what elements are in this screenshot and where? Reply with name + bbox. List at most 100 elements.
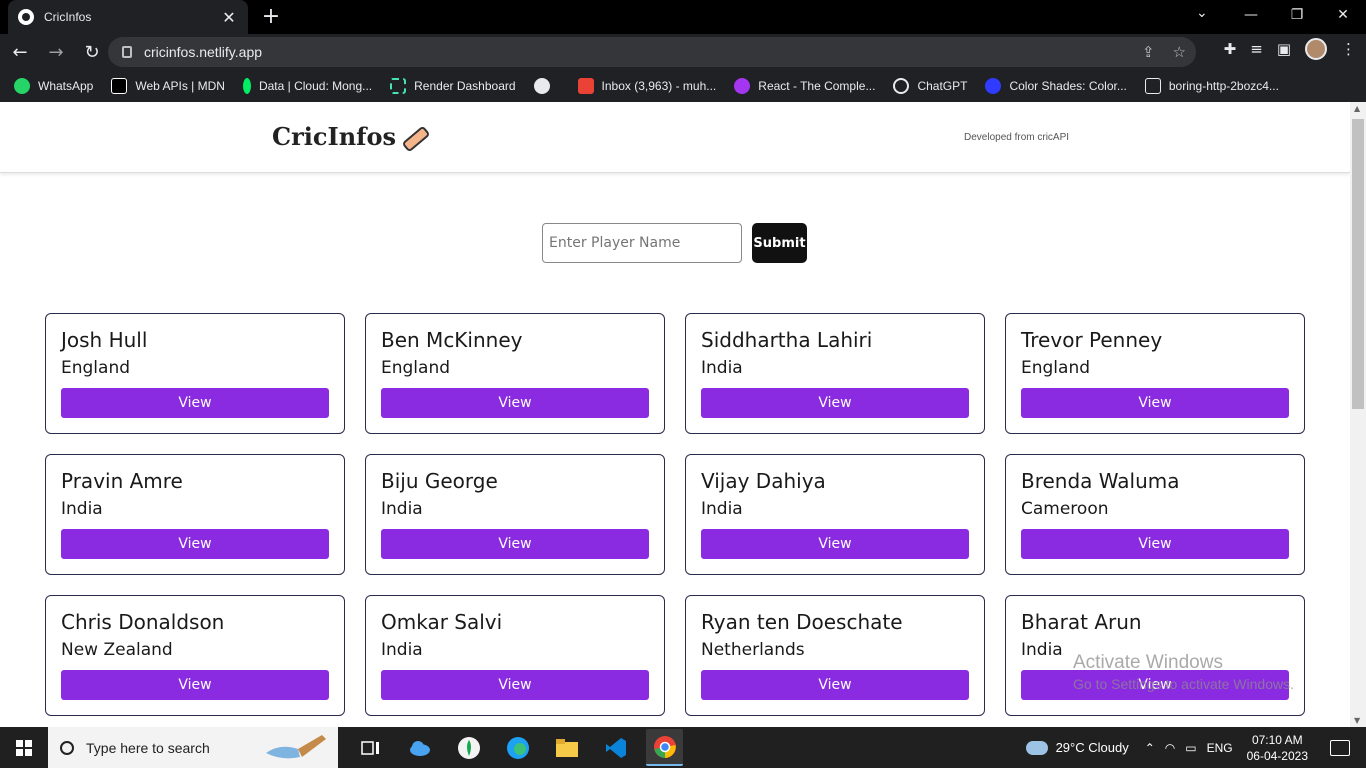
paintbrush-icon	[266, 735, 326, 759]
file-explorer-icon[interactable]	[548, 729, 585, 766]
notification-icon[interactable]	[1330, 739, 1350, 756]
view-player-button[interactable]: View	[1021, 388, 1289, 418]
task-view-icon[interactable]	[352, 729, 389, 766]
player-card: Pravin Amre India View	[45, 454, 345, 575]
bookmark-mdn[interactable]: Web APIs | MDN	[111, 78, 225, 94]
address-bar[interactable]: cricinfos.netlify.app ⇪ ☆	[108, 37, 1196, 67]
taskbar-apps	[352, 729, 683, 766]
player-name: Brenda Waluma	[1021, 469, 1180, 493]
bookmark-udemy[interactable]: React - The Comple...	[734, 78, 875, 94]
bookmark-chatgpt[interactable]: ChatGPT	[893, 78, 967, 94]
view-player-button[interactable]: View	[61, 670, 329, 700]
view-player-button[interactable]: View	[61, 529, 329, 559]
bookmark-globe[interactable]	[533, 78, 560, 94]
view-player-button[interactable]: View	[381, 670, 649, 700]
player-card: Josh Hull England View	[45, 313, 345, 434]
player-name: Pravin Amre	[61, 469, 183, 493]
side-panel-icon[interactable]: ▣	[1277, 40, 1291, 58]
reload-icon[interactable]: ↻	[76, 36, 108, 68]
render-icon	[390, 78, 407, 94]
forward-arrow-icon[interactable]: →	[40, 36, 72, 68]
view-player-button[interactable]: View	[701, 388, 969, 418]
chrome-icon[interactable]	[646, 729, 683, 766]
onedrive-cloud-icon[interactable]	[401, 729, 438, 766]
url-text[interactable]: cricinfos.netlify.app	[144, 44, 262, 60]
minimize-icon[interactable]: —	[1228, 0, 1274, 30]
bookmark-gmail[interactable]: Inbox (3,963) - muh...	[577, 78, 716, 94]
browser-tab[interactable]: CricInfos ✕	[8, 0, 248, 34]
edge-browser-icon[interactable]	[499, 729, 536, 766]
taskbar-clock[interactable]: 07:10 AM 06-04-2023	[1247, 732, 1308, 764]
wifi-icon[interactable]: ◠	[1165, 741, 1175, 755]
search-icon	[60, 740, 74, 755]
player-name-input[interactable]	[542, 223, 742, 263]
weather-text: 29°C Cloudy	[1055, 740, 1129, 755]
view-player-button[interactable]: View	[701, 670, 969, 700]
tab-strip: CricInfos ✕ + ⌄ — ❐ ✕	[0, 0, 1366, 34]
web-page: CricInfos Developed from cricAPI Submit …	[0, 102, 1350, 727]
site-header: CricInfos Developed from cricAPI	[0, 102, 1350, 173]
view-player-button[interactable]: View	[1021, 529, 1289, 559]
share-icon[interactable]: ⇪	[1142, 43, 1155, 61]
player-country: India	[381, 499, 423, 519]
menu-kebab-icon[interactable]: ⋮	[1341, 40, 1356, 58]
bookmark-render[interactable]: Render Dashboard	[390, 78, 516, 94]
player-card: Biju George India View	[365, 454, 665, 575]
lock-icon[interactable]	[122, 46, 132, 58]
player-card: Bharat Arun India View	[1005, 595, 1305, 716]
battery-icon[interactable]: ▭	[1185, 741, 1196, 755]
mongodb-compass-icon[interactable]	[450, 729, 487, 766]
player-country: Cameroon	[1021, 499, 1109, 519]
close-window-icon[interactable]: ✕	[1320, 0, 1366, 30]
site-logo[interactable]: CricInfos	[272, 122, 426, 151]
bookmark-color-shades[interactable]: Color Shades: Color...	[985, 78, 1127, 94]
submit-button[interactable]: Submit	[752, 223, 807, 263]
cloud-icon	[1025, 740, 1048, 755]
taskbar-search-box[interactable]: Type here to search	[48, 727, 338, 768]
globe-icon	[533, 78, 550, 94]
back-arrow-icon[interactable]: ←	[4, 36, 36, 68]
bookmark-star-icon[interactable]: ☆	[1173, 43, 1186, 61]
player-country: England	[61, 358, 131, 378]
view-player-button[interactable]: View	[381, 388, 649, 418]
player-name: Siddhartha Lahiri	[701, 328, 873, 352]
bookmarks-bar: WhatsApp Web APIs | MDN Data | Cloud: Mo…	[0, 70, 1366, 102]
tray-icons: ⌃ ◠ ▭ ENG	[1145, 741, 1233, 755]
view-player-button[interactable]: View	[701, 529, 969, 559]
profile-avatar[interactable]	[1305, 38, 1327, 60]
scroll-down-arrow-icon[interactable]: ▼	[1354, 716, 1360, 725]
start-button[interactable]	[0, 727, 48, 768]
view-player-button[interactable]: View	[381, 529, 649, 559]
scroll-up-arrow-icon[interactable]: ▲	[1354, 104, 1360, 113]
bookmark-whatsapp[interactable]: WhatsApp	[14, 78, 93, 94]
view-player-button[interactable]: View	[61, 388, 329, 418]
close-tab-icon[interactable]: ✕	[220, 8, 238, 27]
new-tab-plus-icon[interactable]: +	[258, 4, 284, 29]
system-tray: 29°C Cloudy ⌃ ◠ ▭ ENG 07:10 AM 06-04-202…	[1025, 727, 1366, 768]
bookmark-mongodb[interactable]: Data | Cloud: Mong...	[242, 78, 372, 94]
extensions-puzzle-icon[interactable]: ✚	[1224, 40, 1237, 58]
player-name: Chris Donaldson	[61, 610, 225, 634]
player-country: Netherlands	[701, 640, 805, 660]
player-card: Brenda Waluma Cameroon View	[1005, 454, 1305, 575]
tab-search-chevron-icon[interactable]: ⌄	[1196, 5, 1208, 21]
player-card: Siddhartha Lahiri India View	[685, 313, 985, 434]
page-scrollbar[interactable]: ▲ ▼	[1350, 102, 1366, 727]
window-controls: — ❐ ✕	[1228, 0, 1366, 34]
player-name: Josh Hull	[61, 328, 148, 352]
language-indicator[interactable]: ENG	[1207, 741, 1233, 755]
weather-widget[interactable]: 29°C Cloudy	[1025, 740, 1129, 755]
player-card: Trevor Penney England View	[1005, 313, 1305, 434]
reading-list-icon[interactable]: ≡	[1250, 40, 1263, 58]
vscode-icon[interactable]	[597, 729, 634, 766]
player-card: Vijay Dahiya India View	[685, 454, 985, 575]
taskbar-search-placeholder: Type here to search	[86, 739, 210, 756]
player-country: India	[701, 358, 743, 378]
chevron-up-icon[interactable]: ⌃	[1145, 741, 1155, 755]
player-grid: Josh Hull England View Ben McKinney England V…	[45, 313, 1305, 716]
restore-icon[interactable]: ❐	[1274, 0, 1320, 30]
view-player-button[interactable]: View	[1021, 670, 1289, 700]
bookmark-boring-http[interactable]: boring-http-2bozc4...	[1144, 78, 1279, 94]
scroll-thumb[interactable]	[1352, 119, 1364, 409]
windows-taskbar: Type here to search 29°C Cloudy ⌃ ◠ ▭ EN…	[0, 727, 1366, 768]
